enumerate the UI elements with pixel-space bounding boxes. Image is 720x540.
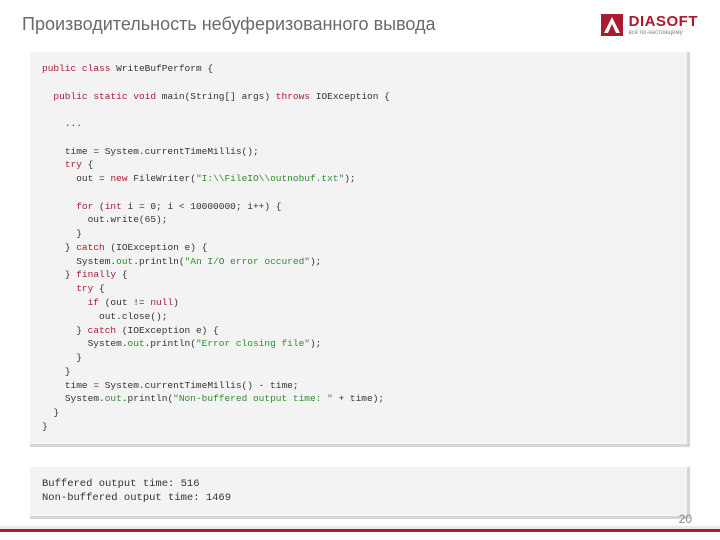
output-line: Buffered output time: 516: [42, 478, 200, 490]
logo-text: DIASOFT всё по-настоящему: [629, 14, 698, 36]
slide-title: Производительность небуферизованного выв…: [22, 14, 436, 35]
output-block: Buffered output time: 516 Non-buffered o…: [30, 467, 690, 519]
output-line: Non-buffered output time: 1469: [42, 492, 231, 504]
slide-header: Производительность небуферизованного выв…: [0, 0, 720, 36]
logo-tagline: всё по-настоящему: [629, 30, 698, 36]
code-block: public class WriteBufPerform { public st…: [30, 52, 690, 447]
brand-logo: DIASOFT всё по-настоящему: [601, 14, 698, 36]
logo-mark-icon: [601, 14, 623, 36]
logo-name: DIASOFT: [629, 14, 698, 29]
footer-bar: [0, 529, 720, 532]
page-number: 20: [679, 512, 692, 526]
